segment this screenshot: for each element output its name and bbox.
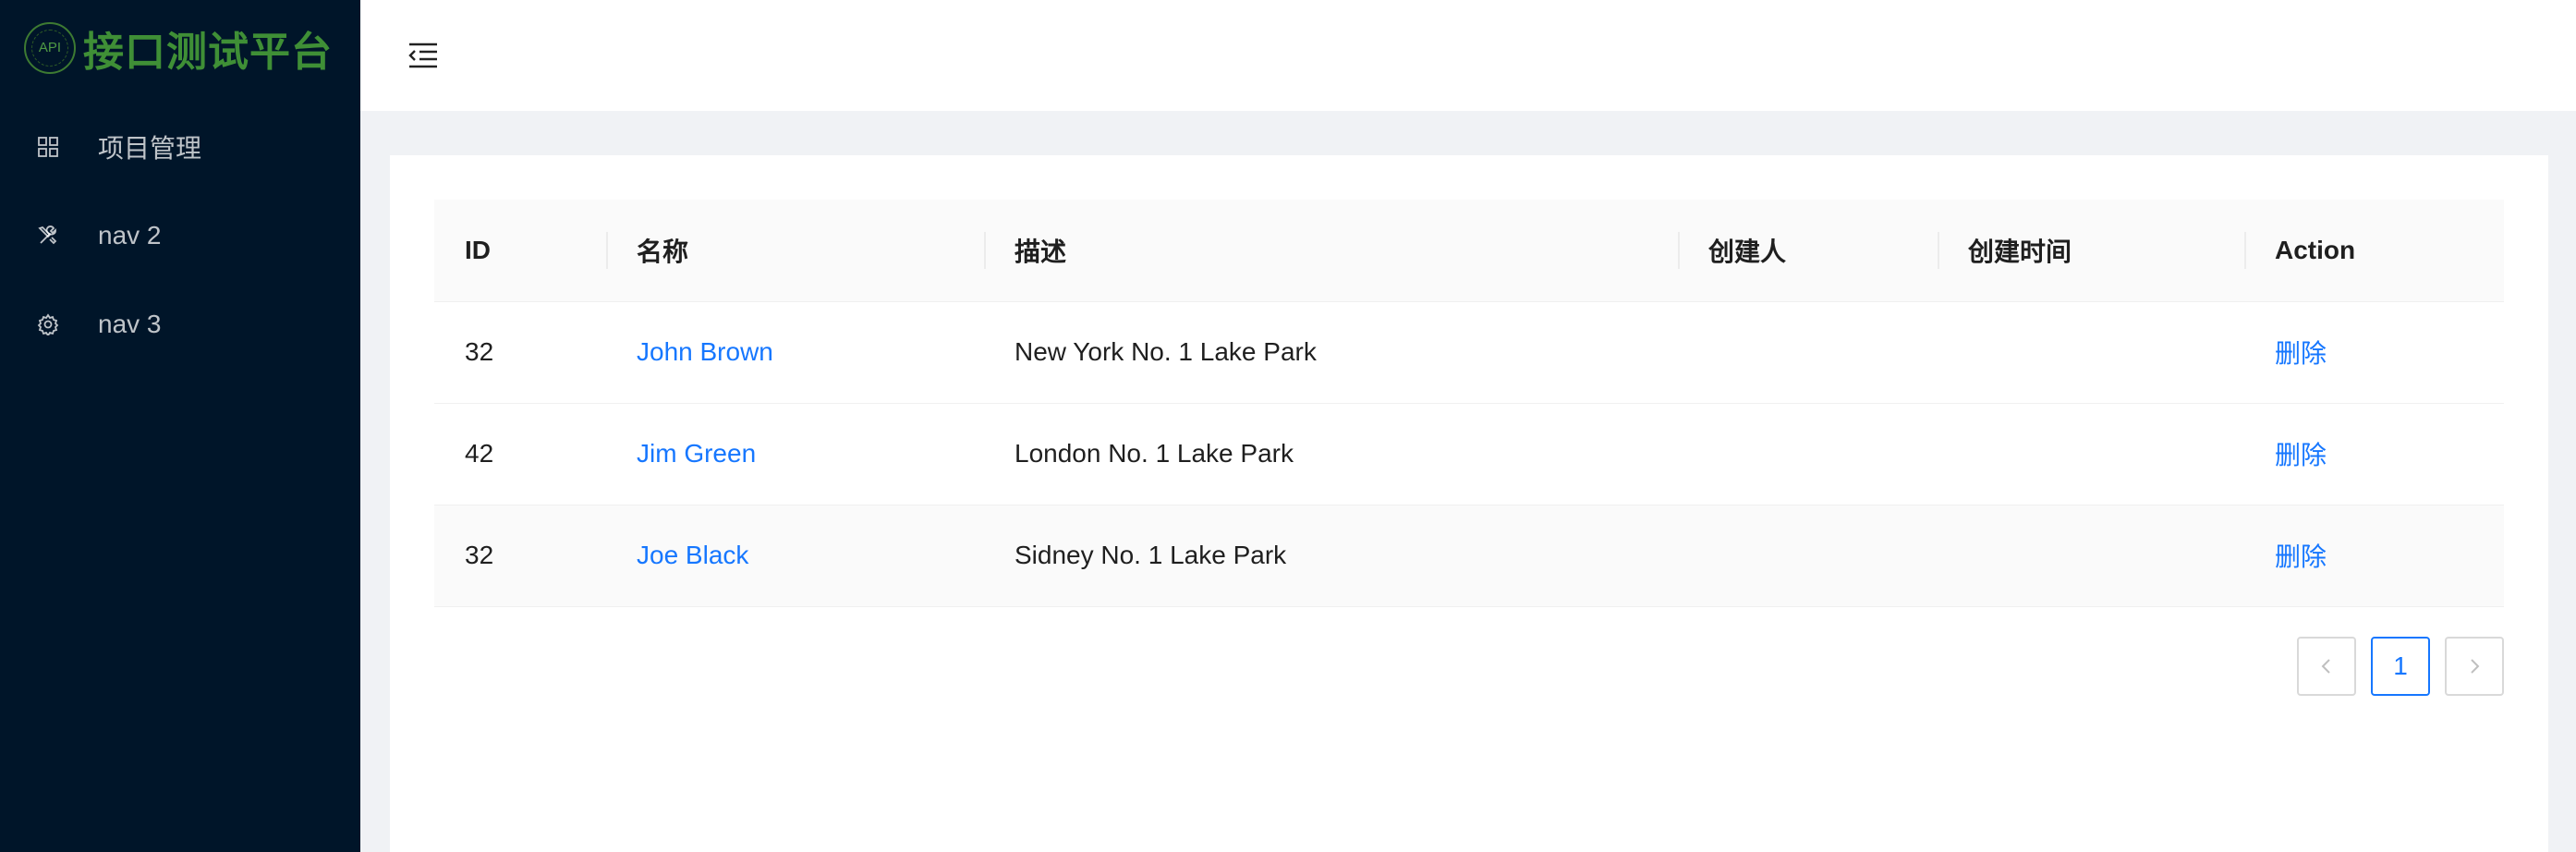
table-row[interactable]: 32 Joe Black Sidney No. 1 Lake Park 删除 <box>434 505 2504 607</box>
cell-creator <box>1678 301 1938 404</box>
column-header-creator[interactable]: 创建人 <box>1678 200 1938 302</box>
project-name-link[interactable]: Joe Black <box>637 541 748 569</box>
project-table: ID 名称 描述 创建人 创建时间 Action 32 John Brown N <box>434 200 2504 607</box>
tools-icon <box>35 223 61 249</box>
table-row[interactable]: 32 John Brown New York No. 1 Lake Park 删… <box>434 301 2504 404</box>
cell-id: 32 <box>434 505 606 607</box>
sidebar-item-nav-2[interactable]: nav 2 <box>0 191 360 280</box>
logo-badge: API <box>24 21 76 74</box>
column-header-created-at[interactable]: 创建时间 <box>1938 200 2244 302</box>
cell-creator <box>1678 505 1938 607</box>
table-header-row: ID 名称 描述 创建人 创建时间 Action <box>434 200 2504 302</box>
cell-id: 32 <box>434 301 606 404</box>
logo-badge-text: API <box>38 40 62 55</box>
content-wrapper: ID 名称 描述 创建人 创建时间 Action 32 John Brown N <box>360 111 2576 852</box>
sidebar-item-nav-3[interactable]: nav 3 <box>0 280 360 369</box>
column-header-action[interactable]: Action <box>2244 200 2504 302</box>
delete-link[interactable]: 删除 <box>2275 441 2327 469</box>
cell-created-at <box>1938 301 2244 404</box>
top-header <box>360 0 2576 111</box>
prev-page-button[interactable] <box>2297 636 2356 696</box>
setting-icon <box>35 311 61 337</box>
sidebar: API 接口测试平台 项目管理 nav 2 nav 3 <box>0 0 360 852</box>
cell-description: New York No. 1 Lake Park <box>984 301 1678 404</box>
sidebar-item-label: nav 2 <box>98 221 162 250</box>
sidebar-item-label: 项目管理 <box>98 134 202 163</box>
next-page-button[interactable] <box>2445 636 2504 696</box>
cell-created-at <box>1938 505 2244 607</box>
cell-id: 42 <box>434 403 606 505</box>
app-layout: API 接口测试平台 项目管理 nav 2 nav 3 ID 名称 描述 创建人… <box>0 0 2576 852</box>
content-card: ID 名称 描述 创建人 创建时间 Action 32 John Brown N <box>390 155 2548 852</box>
table-row[interactable]: 42 Jim Green London No. 1 Lake Park 删除 <box>434 403 2504 505</box>
logo[interactable]: API 接口测试平台 <box>0 0 360 95</box>
page-number-button[interactable]: 1 <box>2371 636 2430 696</box>
column-header-description[interactable]: 描述 <box>984 200 1678 302</box>
sidebar-menu: 项目管理 nav 2 nav 3 <box>0 103 360 369</box>
column-header-id[interactable]: ID <box>434 200 606 302</box>
pagination: 1 <box>434 636 2504 696</box>
delete-link[interactable]: 删除 <box>2275 339 2327 368</box>
project-name-link[interactable]: Jim Green <box>637 439 756 468</box>
app-title: 接口测试平台 <box>83 29 333 75</box>
sidebar-item-project-management[interactable]: 项目管理 <box>0 103 360 191</box>
cell-description: Sidney No. 1 Lake Park <box>984 505 1678 607</box>
menu-fold-icon[interactable] <box>405 37 442 74</box>
cell-created-at <box>1938 403 2244 505</box>
cell-creator <box>1678 403 1938 505</box>
sidebar-item-label: nav 3 <box>98 310 162 338</box>
appstore-icon <box>35 134 61 160</box>
delete-link[interactable]: 删除 <box>2275 542 2327 571</box>
project-name-link[interactable]: John Brown <box>637 337 773 366</box>
column-header-name[interactable]: 名称 <box>606 200 984 302</box>
cell-description: London No. 1 Lake Park <box>984 403 1678 505</box>
main-area: ID 名称 描述 创建人 创建时间 Action 32 John Brown N <box>360 0 2576 852</box>
